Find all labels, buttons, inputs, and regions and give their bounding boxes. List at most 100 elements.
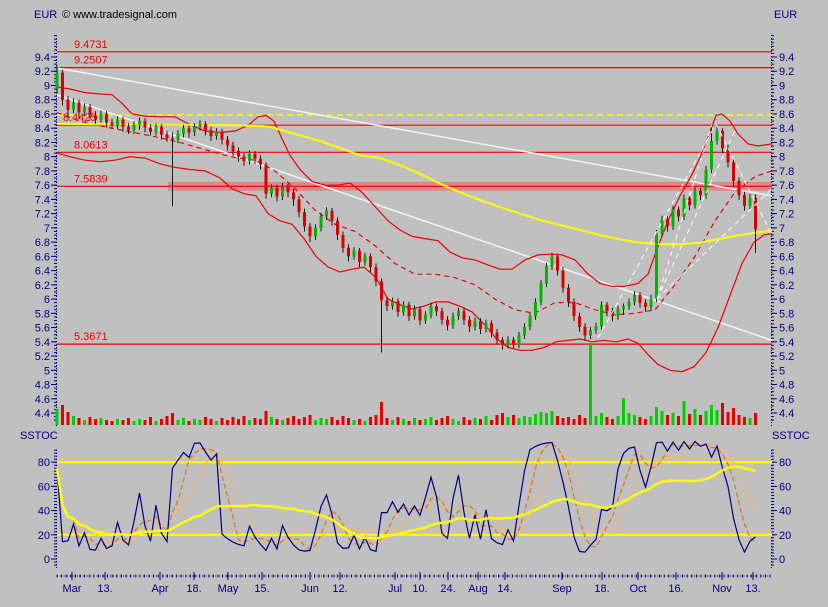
volume-bar (298, 419, 301, 425)
time-axis-label: 18. (594, 583, 609, 595)
volume-bar (710, 405, 713, 425)
price-tick-label-right: 8.8 (779, 95, 794, 107)
price-tick-label-right: 5 (779, 365, 785, 377)
candle-body (160, 127, 163, 135)
price-tick-label-right: 7.4 (779, 194, 794, 206)
volume-bar (265, 411, 268, 425)
volume-bar (666, 415, 669, 425)
level-label: 5.3671 (74, 331, 108, 343)
volume-bar (556, 416, 559, 425)
volume-bar (133, 421, 136, 425)
price-tick-label-left: 6.8 (35, 237, 50, 249)
volume-bar (100, 418, 103, 425)
volume-bar (347, 418, 350, 425)
volume-bar (303, 417, 306, 425)
candle-body (259, 159, 262, 165)
candle-body (463, 311, 466, 320)
volume-bar (270, 417, 273, 425)
stochastic-plot[interactable] (57, 442, 772, 553)
volume-bar (402, 419, 405, 425)
volume-bar (584, 418, 587, 425)
volume-bar (578, 415, 581, 425)
volume-bar (199, 420, 202, 425)
volume-bar (479, 419, 482, 425)
price-tick-label-right: 7.6 (779, 180, 794, 192)
candle-body (540, 283, 543, 302)
fan-dashed-lines (598, 124, 772, 338)
price-tick-label-right: 6 (779, 294, 785, 306)
candle-body (633, 295, 636, 302)
candle-body (138, 121, 141, 125)
price-tick-label-right: 6.4 (779, 266, 794, 278)
price-tick-label-right: 4.4 (779, 408, 794, 420)
volume-bar (369, 417, 372, 425)
volume-bar (188, 421, 191, 425)
candle-body (358, 251, 361, 262)
candle-body (116, 120, 119, 126)
candle-body (61, 73, 64, 100)
volume-bar (754, 413, 757, 425)
price-tick-label-left: 7.6 (35, 180, 50, 192)
volume-bar (661, 411, 664, 425)
white-dashed-fan-line (657, 128, 736, 299)
volume-bar (485, 416, 488, 425)
price-tick-label-right: 6.8 (779, 237, 794, 249)
price-tick-label-left: 8.2 (35, 137, 50, 149)
volume-bar (309, 415, 312, 425)
candle-body (650, 298, 653, 307)
price-tick-label-right: 5.2 (779, 351, 794, 363)
stoch-tick-label-right: 60 (779, 481, 791, 493)
candle-body (248, 154, 251, 161)
candle-body (210, 130, 213, 136)
price-tick-label-right: 8.6 (779, 109, 794, 121)
price-tick-label-left: 9 (44, 80, 50, 92)
volume-bar (292, 416, 295, 425)
candle-body (56, 73, 59, 89)
volume-bar (171, 413, 174, 425)
price-tick-label-right: 9 (779, 80, 785, 92)
volume-bar (650, 416, 653, 425)
volume-bar (611, 419, 614, 425)
price-tick-label-left: 6 (44, 294, 50, 306)
candle-body (149, 127, 152, 131)
candle-body (628, 302, 631, 306)
volume-bar (501, 413, 504, 425)
price-tick-label-right: 7.8 (779, 166, 794, 178)
candle-body (556, 256, 559, 270)
chart-canvas[interactable]: 9.49.49.29.2998.88.88.68.68.48.48.28.288… (0, 0, 828, 607)
volume-bar (474, 418, 477, 425)
price-axis[interactable]: 9.49.49.29.2998.88.88.68.68.48.48.28.288… (35, 35, 795, 428)
price-tick-label-left: 6.2 (35, 280, 50, 292)
candle-body (303, 212, 306, 226)
candle-body (314, 228, 317, 237)
candle-body (474, 321, 477, 327)
time-axis[interactable]: Mar13.Apr18.May15.Jun12.Jul10.24.Aug14.S… (57, 572, 772, 595)
volume-bar (160, 419, 163, 425)
candle-body (375, 267, 378, 281)
volume-bar (138, 419, 141, 425)
volume-bar (545, 413, 548, 425)
candle-body (111, 123, 114, 126)
candle-body (584, 327, 587, 336)
candle-body (369, 256, 372, 267)
volume-bar (210, 419, 213, 425)
stoch-tick-label-right: 40 (779, 506, 791, 518)
candle-body (743, 195, 746, 206)
candle-body (133, 125, 136, 131)
volume-bar (721, 403, 724, 425)
volume-bar (287, 418, 290, 425)
price-tick-label-left: 8.6 (35, 109, 50, 121)
volume-bar (56, 409, 59, 425)
volume-bar (518, 418, 521, 425)
volume-bar (738, 415, 741, 425)
volume-bar (122, 420, 125, 425)
volume-bar (595, 416, 598, 425)
price-tick-label-right: 9.4 (779, 52, 794, 64)
volume-bar (243, 416, 246, 425)
time-axis-label: 18. (186, 583, 201, 595)
volume-bar (204, 417, 207, 425)
volume-bar (83, 420, 86, 425)
price-tick-label-right: 4.8 (779, 380, 794, 392)
time-axis-label: May (218, 583, 239, 595)
volume-bar (89, 417, 92, 425)
